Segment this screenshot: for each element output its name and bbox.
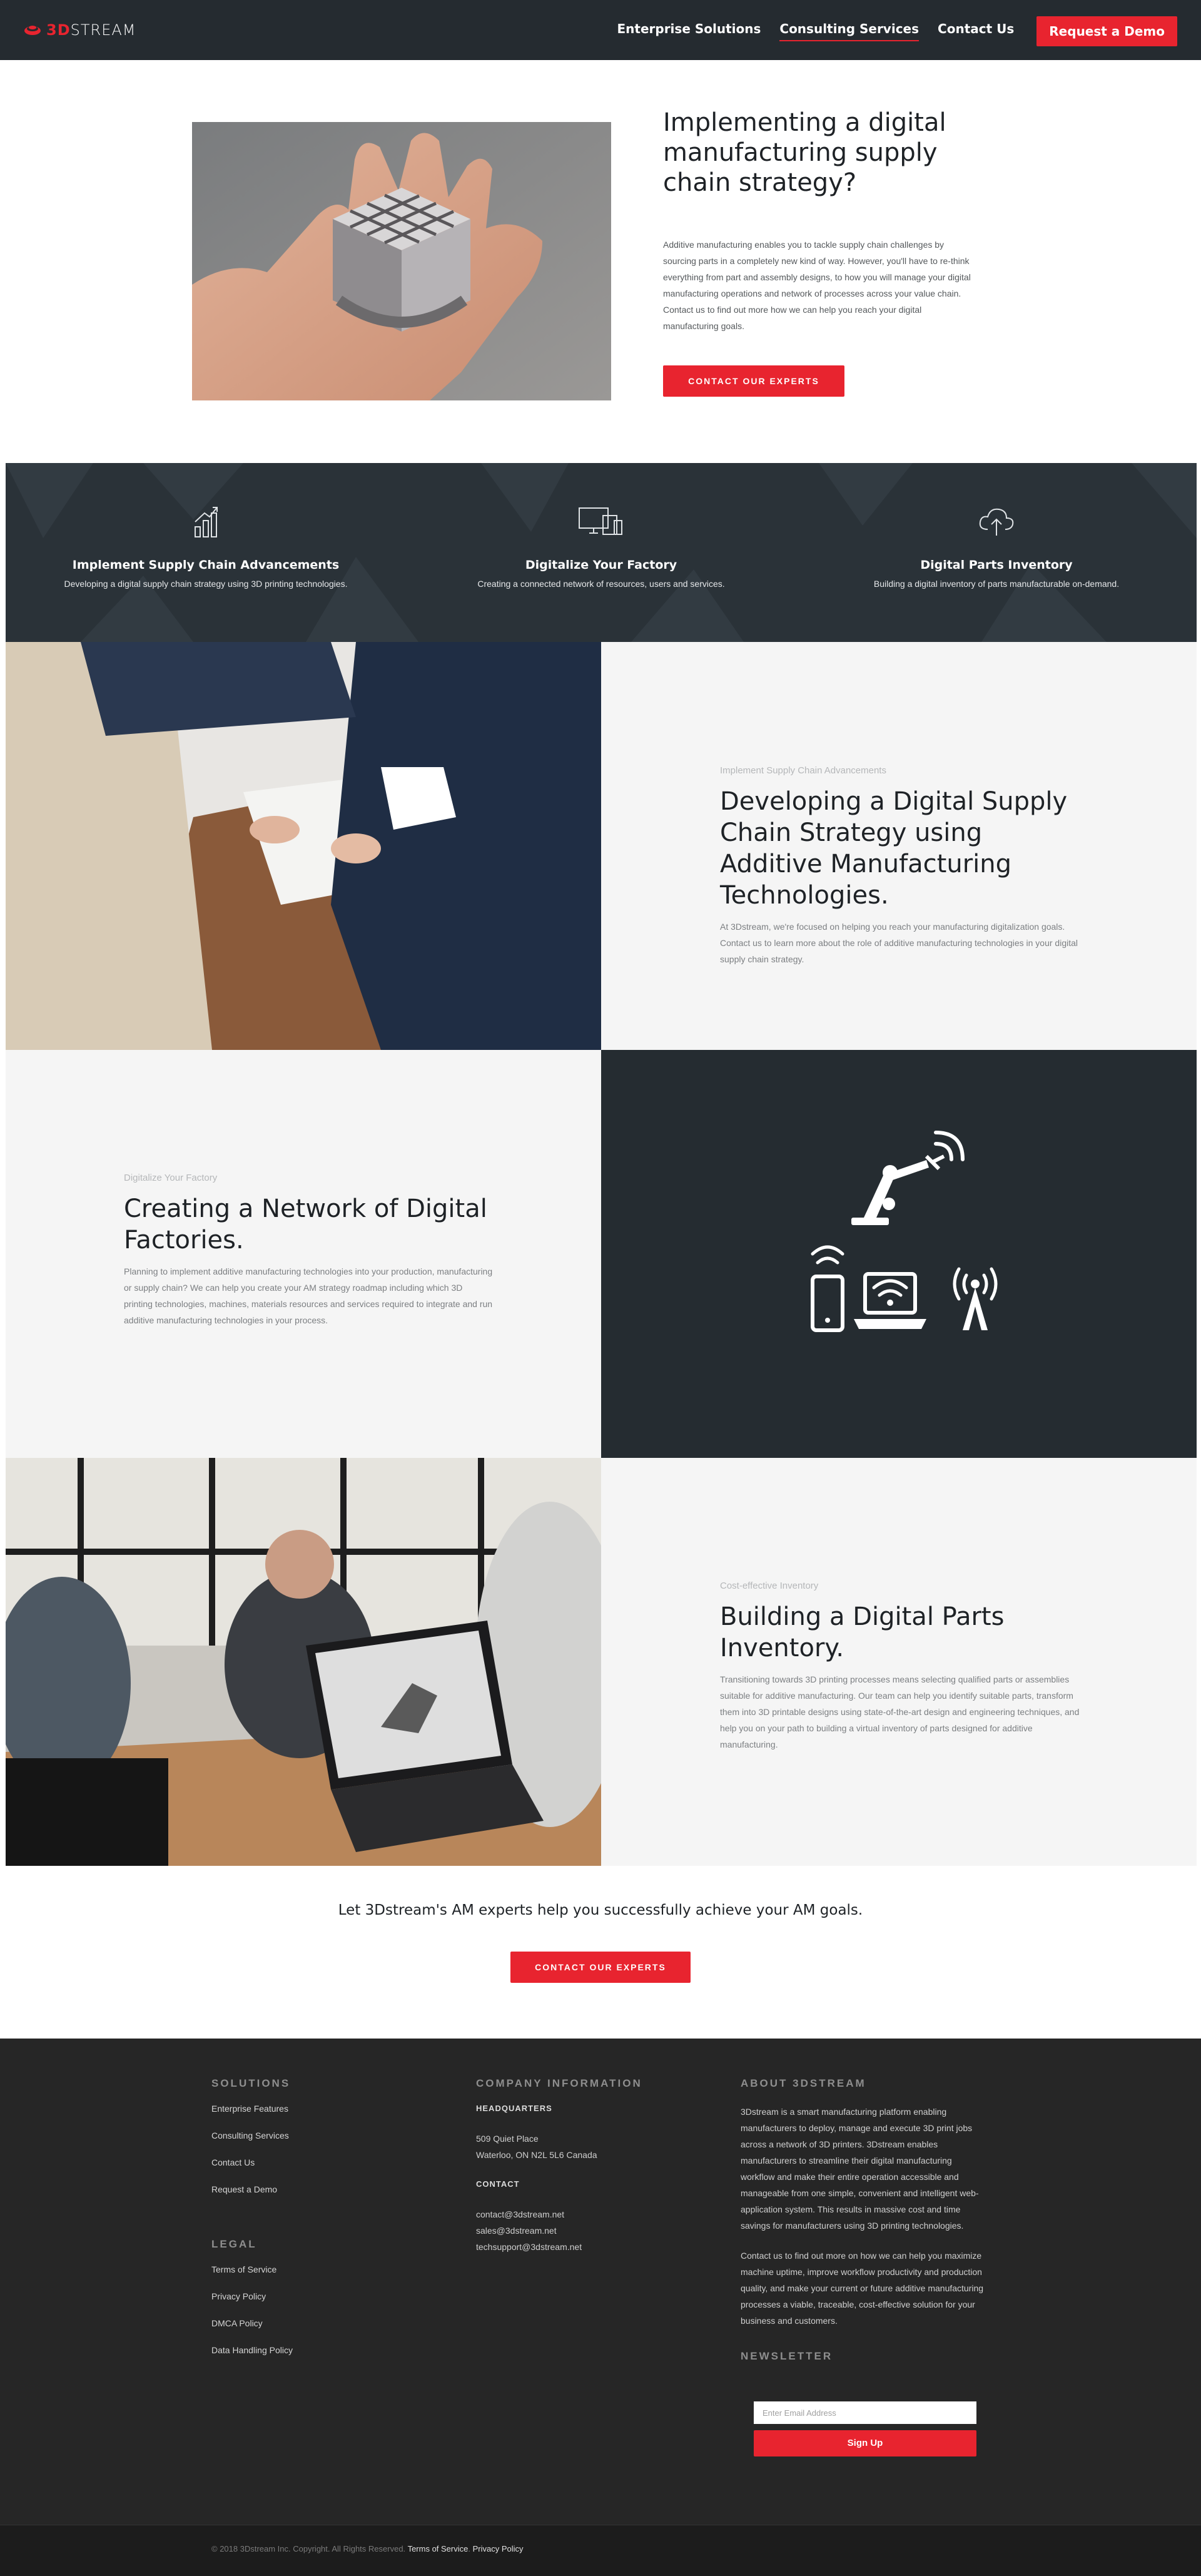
footer-heading: NEWSLETTER	[741, 2350, 833, 2362]
smartphone-icon	[811, 1275, 844, 1332]
hero-title: Implementing a digital manufacturing sup…	[663, 108, 946, 197]
footer-link-contact-us[interactable]: Contact Us	[211, 2157, 449, 2167]
section-digital-parts-inventory: Cost-effective Inventory Building a Digi…	[6, 1458, 1197, 1866]
features-band: Implement Supply Chain Advancements Deve…	[6, 463, 1197, 642]
footer: SOLUTIONS Enterprise Features Consulting…	[0, 2039, 1201, 2525]
hero-contact-experts-button[interactable]: CONTACT OUR EXPERTS	[663, 365, 844, 397]
section-text: At 3Dstream, we're focused on helping yo…	[720, 922, 1078, 964]
bottom-terms-link[interactable]: Terms of Service	[408, 2544, 469, 2553]
hero-description: Additive manufacturing enables you to ta…	[663, 240, 971, 331]
cell-tower-icon	[953, 1267, 998, 1330]
cta-contact-experts-button[interactable]: CONTACT OUR EXPERTS	[510, 1952, 691, 1983]
bar-chart-icon	[195, 507, 218, 537]
digital-factories-copy: Digitalize Your Factory Creating a Netwo…	[124, 1173, 493, 1328]
feature-title: Digitalize Your Factory	[525, 558, 677, 572]
section-kicker: Implement Supply Chain Advancements	[720, 765, 886, 776]
cta-text: Let 3Dstream's AM experts help you succe…	[338, 1902, 863, 1918]
feature-title: Digital Parts Inventory	[920, 558, 1073, 572]
logo-wordmark: 3DSTREAM	[46, 21, 136, 39]
digital-parts-copy: Cost-effective Inventory Building a Digi…	[720, 1581, 1083, 1753]
bottom-privacy-link[interactable]: Privacy Policy	[473, 2544, 524, 2553]
section-title: Creating a Network of Digital Factories.	[124, 1194, 487, 1255]
footer-heading: LEGAL	[211, 2238, 257, 2250]
section-digital-factories: Digitalize Your Factory Creating a Netwo…	[6, 1050, 1197, 1458]
hero-image-3d-printed-lattice	[192, 122, 611, 400]
team-laptop-illustration	[6, 1458, 601, 1866]
request-demo-button[interactable]: Request a Demo	[1036, 16, 1177, 46]
copyright-text: © 2018 3Dstream Inc. Copyright. All Righ…	[211, 2544, 524, 2553]
feature-title: Implement Supply Chain Advancements	[72, 558, 340, 572]
footer-link-consulting-services[interactable]: Consulting Services	[211, 2131, 449, 2141]
team-laptop-photo	[6, 1458, 601, 1866]
cloud-upload-icon	[979, 508, 1014, 536]
footer-link-dmca[interactable]: DMCA Policy	[211, 2318, 449, 2328]
email-sales-link[interactable]: sales@3dstream.net	[476, 2222, 714, 2239]
footer-about: ABOUT 3DSTREAM 3Dstream is a smart manuf…	[741, 2077, 985, 2376]
section-kicker: Digitalize Your Factory	[124, 1173, 218, 1183]
connected-devices-panel	[601, 1050, 1197, 1458]
hq-label: HEADQUARTERS	[476, 2104, 552, 2113]
about-text-1: 3Dstream is a smart manufacturing platfo…	[741, 2107, 979, 2231]
devices-icon	[579, 507, 622, 535]
copyright-bar: © 2018 3Dstream Inc. Copyright. All Righ…	[0, 2525, 1201, 2576]
footer-solutions: SOLUTIONS Enterprise Features Consulting…	[211, 2077, 449, 2372]
nav-links: Enterprise Solutions Consulting Services…	[617, 16, 1177, 46]
meeting-illustration	[6, 642, 601, 1050]
address-line-2: Waterloo, ON N2L 5L6 Canada	[476, 2150, 597, 2160]
footer-link-enterprise-features[interactable]: Enterprise Features	[211, 2104, 449, 2114]
footer-heading: ABOUT 3DSTREAM	[741, 2077, 866, 2089]
newsletter-signup-button[interactable]: Sign Up	[754, 2430, 976, 2456]
footer-link-request-demo[interactable]: Request a Demo	[211, 2184, 449, 2194]
supply-chain-copy-panel: Implement Supply Chain Advancements Deve…	[601, 642, 1197, 1050]
supply-chain-copy: Implement Supply Chain Advancements Deve…	[720, 765, 1083, 967]
page: 3DSTREAM Enterprise Solutions Consulting…	[0, 0, 1201, 2576]
footer-heading: COMPANY INFORMATION	[476, 2077, 642, 2089]
band-pattern	[6, 463, 1197, 642]
digital-parts-copy-panel: Cost-effective Inventory Building a Digi…	[601, 1458, 1197, 1866]
contact-label: CONTACT	[476, 2179, 520, 2189]
nav-contact-us[interactable]: Contact Us	[938, 21, 1014, 41]
section-kicker: Cost-effective Inventory	[720, 1581, 819, 1591]
nav-enterprise-solutions[interactable]: Enterprise Solutions	[617, 21, 761, 41]
footer-link-privacy[interactable]: Privacy Policy	[211, 2291, 449, 2301]
section-supply-chain-strategy: Implement Supply Chain Advancements Deve…	[6, 642, 1197, 1050]
robot-arm-icon	[851, 1154, 945, 1225]
section-title: Developing a Digital Supply Chain Strate…	[720, 787, 1068, 910]
laptop-icon	[854, 1272, 926, 1329]
digital-factories-copy-panel: Digitalize Your Factory Creating a Netwo…	[6, 1050, 601, 1458]
logo-icon	[24, 26, 41, 35]
connected-factory-icons	[811, 1131, 998, 1332]
newsletter-email-input[interactable]	[754, 2401, 976, 2424]
email-contact-link[interactable]: contact@3dstream.net	[476, 2206, 714, 2222]
address-line-1: 509 Quiet Place	[476, 2134, 539, 2144]
feature-text: Building a digital inventory of parts ma…	[873, 579, 1120, 589]
business-meeting-photo	[6, 642, 601, 1050]
email-techsupport-link[interactable]: techsupport@3dstream.net	[476, 2239, 714, 2255]
hand-holding-part-illustration	[192, 122, 611, 400]
logo[interactable]: 3DSTREAM	[24, 21, 136, 39]
copyright-notice: © 2018 3Dstream Inc. Copyright. All Righ…	[211, 2544, 406, 2553]
footer-company-info: COMPANY INFORMATION HEADQUARTERS 509 Qui…	[476, 2077, 714, 2255]
feature-text: Developing a digital supply chain strate…	[64, 579, 348, 589]
section-text: Transitioning towards 3D printing proces…	[720, 1674, 1080, 1749]
about-text-2: Contact us to find out more on how we ca…	[741, 2251, 984, 2326]
section-text: Planning to implement additive manufactu…	[124, 1266, 493, 1325]
footer-heading: SOLUTIONS	[211, 2077, 291, 2089]
feature-text: Creating a connected network of resource…	[477, 579, 725, 589]
footer-link-terms[interactable]: Terms of Service	[211, 2264, 449, 2274]
section-title: Building a Digital Parts Inventory.	[720, 1602, 1005, 1662]
nav-consulting-services[interactable]: Consulting Services	[779, 21, 920, 41]
top-navbar: 3DSTREAM Enterprise Solutions Consulting…	[0, 0, 1201, 60]
footer-link-data-handling[interactable]: Data Handling Policy	[211, 2345, 449, 2355]
